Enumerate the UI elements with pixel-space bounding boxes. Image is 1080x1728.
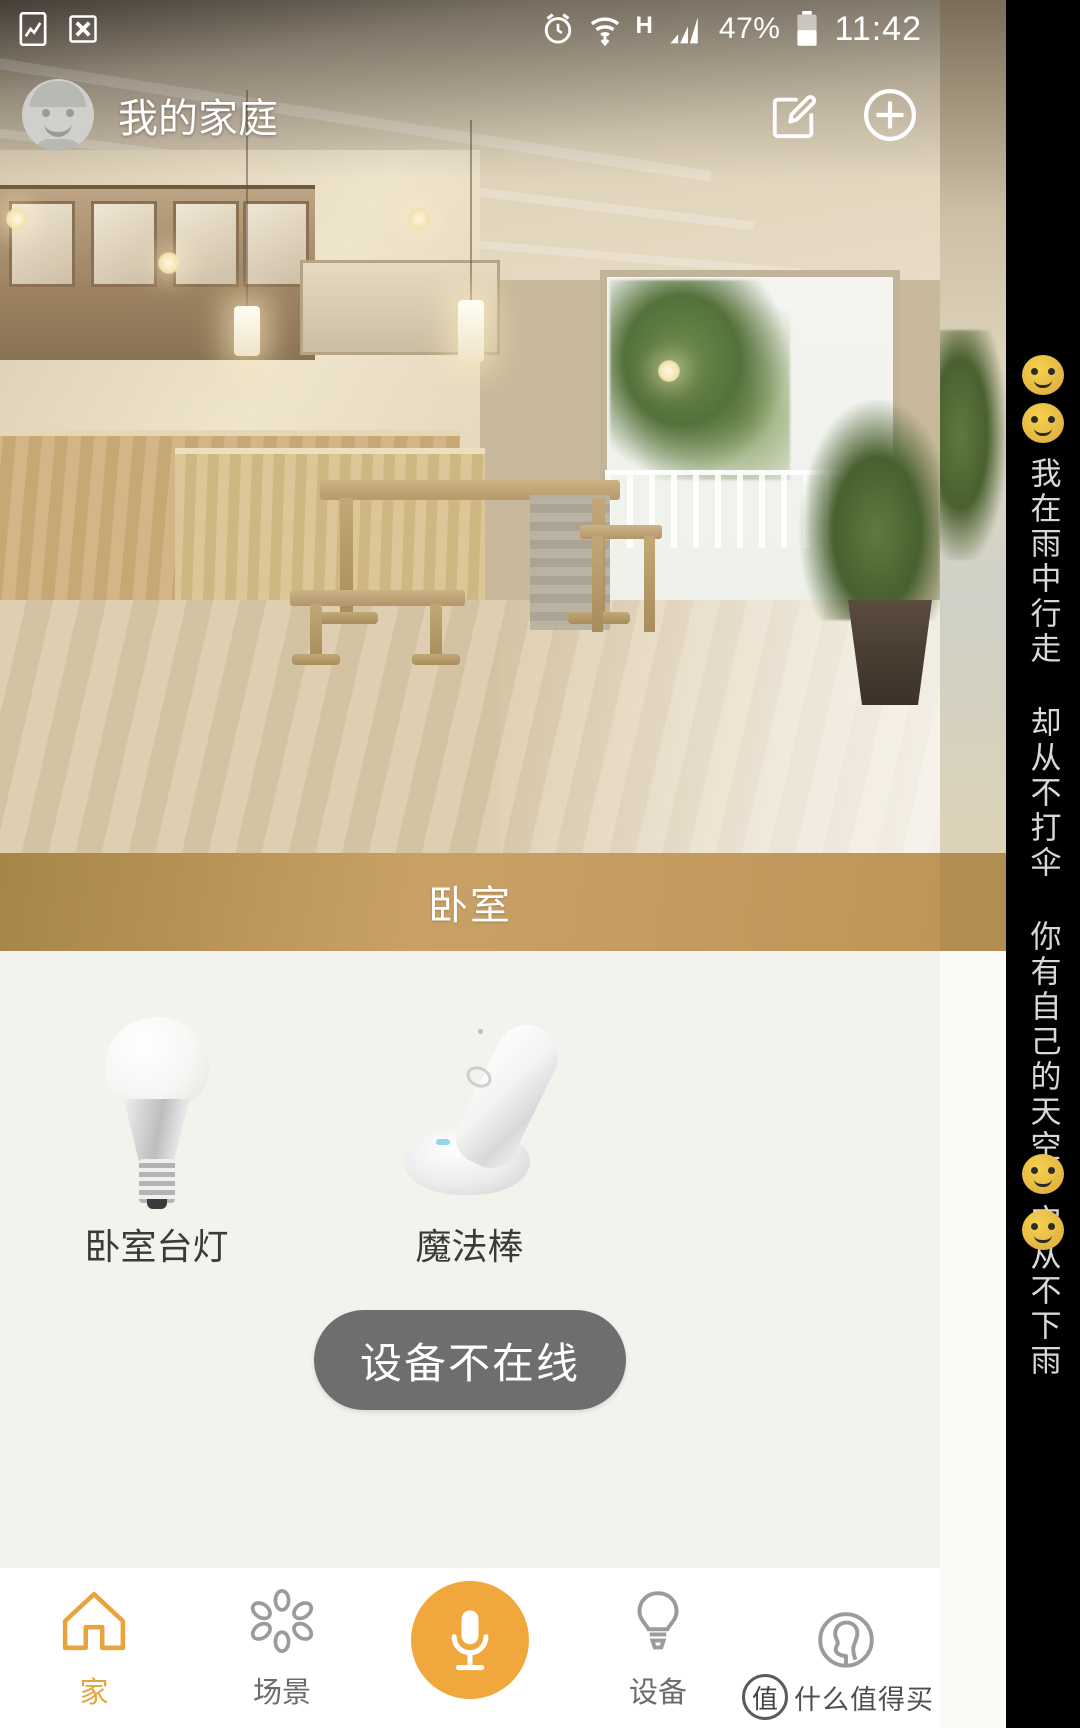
device-card-lamp[interactable]: 卧室台灯 [0, 1011, 313, 1270]
rail-photo-sliver [940, 0, 1006, 853]
microphone-icon[interactable] [411, 1581, 529, 1699]
nav-item-scene[interactable]: 场景 [188, 1585, 376, 1711]
screen-root: H 47% 11:42 我的家庭 卧室 卧室台灯 魔法棒 设备不在线 家 场景 … [0, 0, 1080, 1728]
signal-icon [667, 12, 705, 46]
device-card-wand[interactable]: 魔法棒 [313, 1011, 626, 1270]
wifi-icon [588, 12, 622, 46]
screenshot-icon [18, 12, 48, 46]
nav-item-voice[interactable] [376, 1581, 564, 1711]
bulb-outline-icon [622, 1585, 694, 1657]
watermark: 值 什么值得买 [742, 1674, 934, 1720]
avatar[interactable] [22, 79, 94, 151]
rail-text-strip: 我在雨中行走 却从不打伞 你有自己的天空 它从不下雨 [1006, 0, 1080, 1728]
nav-label: 场景 [252, 1677, 311, 1709]
device-offline-button[interactable]: 设备不在线 [314, 1310, 626, 1410]
room-band[interactable]: 卧室 [0, 853, 940, 951]
home-icon [58, 1585, 130, 1657]
battery-percent-label: 47% [718, 12, 781, 45]
smiley-emoji-icon [1022, 1154, 1064, 1194]
smiley-emoji-icon [1022, 1210, 1064, 1250]
rail-white-sliver [940, 951, 1006, 1728]
status-bar: H 47% 11:42 [0, 0, 940, 58]
offline-button-wrap: 设备不在线 [0, 1310, 940, 1410]
watermark-badge: 值 [742, 1674, 788, 1720]
rail-bottom-emojis [1022, 1154, 1064, 1258]
page-title: 我的家庭 [118, 97, 278, 141]
clock-label: 11:42 [834, 9, 922, 48]
network-type-label: H [635, 11, 653, 39]
smiley-emoji-icon [1022, 355, 1064, 395]
side-rail: 我在雨中行走 却从不打伞 你有自己的天空 它从不下雨 [940, 0, 1080, 1728]
nav-item-home[interactable]: 家 [0, 1585, 188, 1711]
rail-band-sliver [940, 853, 1006, 951]
device-label: 卧室台灯 [84, 1226, 229, 1267]
watermark-text: 什么值得买 [794, 1684, 934, 1715]
magic-wand-icon [380, 1011, 569, 1196]
app-bar: 我的家庭 [0, 72, 940, 158]
nav-label: 设备 [628, 1677, 687, 1709]
scene-flower-icon [246, 1585, 318, 1657]
device-label: 魔法棒 [415, 1226, 524, 1267]
nav-item-devices[interactable]: 设备 [564, 1585, 752, 1711]
light-bulb-icon [67, 1011, 247, 1209]
close-x-icon [68, 14, 98, 44]
nav-label: 家 [79, 1677, 109, 1709]
battery-icon [794, 11, 820, 47]
profile-person-icon [810, 1606, 882, 1678]
edit-square-pencil-icon[interactable] [766, 87, 822, 143]
room-name-label: 卧室 [428, 884, 512, 928]
phone-viewport: H 47% 11:42 我的家庭 卧室 卧室台灯 魔法棒 设备不在线 家 场景 … [0, 0, 940, 1728]
plus-circle-icon[interactable] [862, 87, 918, 143]
bottom-nav: 家 场景 设备 值 什么值得买 [0, 1568, 940, 1728]
smiley-emoji-icon [1022, 403, 1064, 443]
alarm-icon [542, 12, 574, 46]
